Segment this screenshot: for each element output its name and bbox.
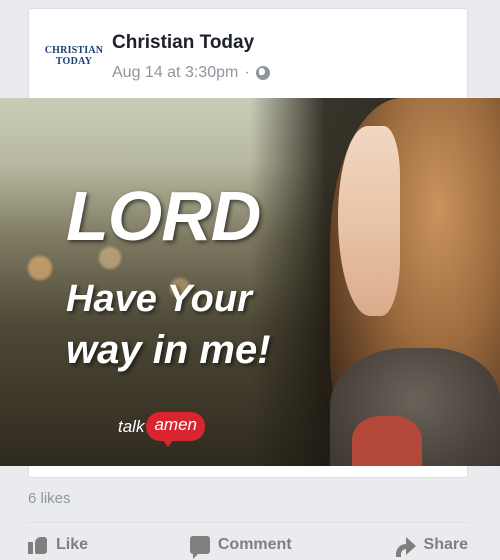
action-bar: Like Comment Share	[28, 530, 468, 560]
post-header: CHRISTIAN TODAY Christian Today Aug 14 a…	[44, 24, 484, 86]
thumbs-up-icon	[28, 536, 48, 554]
like-button[interactable]: Like	[28, 536, 88, 554]
share-icon	[394, 536, 416, 557]
image-face	[338, 126, 400, 316]
post-meta: Aug 14 at 3:30pm ·	[112, 64, 270, 82]
comment-label: Comment	[217, 536, 292, 553]
post-timestamp[interactable]: Aug 14 at 3:30pm	[112, 64, 238, 82]
meta-separator: ·	[244, 64, 250, 81]
page-avatar[interactable]: CHRISTIAN TODAY	[44, 30, 104, 82]
image-text-line2: Have Your	[66, 278, 252, 320]
post-image[interactable]: LORD Have Your way in me! talk amen	[0, 98, 500, 466]
divider	[28, 522, 468, 523]
comment-button[interactable]: Comment	[189, 536, 292, 559]
avatar-line2: TODAY	[55, 56, 93, 67]
globe-icon	[255, 66, 270, 80]
page-name[interactable]: Christian Today	[112, 32, 254, 54]
share-label: Share	[423, 536, 468, 553]
logo-talk: talk	[118, 416, 145, 436]
likes-count[interactable]: 6 likes	[28, 490, 71, 507]
image-top	[352, 416, 422, 466]
logo-amen: amen	[146, 412, 205, 447]
talkamen-logo: talk amen	[118, 412, 205, 447]
share-button[interactable]: Share	[394, 536, 468, 557]
avatar-line1: CHRISTIAN	[44, 45, 104, 56]
like-label: Like	[56, 536, 89, 553]
image-text-lord: LORD	[66, 177, 261, 255]
comment-icon	[189, 536, 210, 559]
image-text-line3: way in me!	[66, 328, 271, 372]
